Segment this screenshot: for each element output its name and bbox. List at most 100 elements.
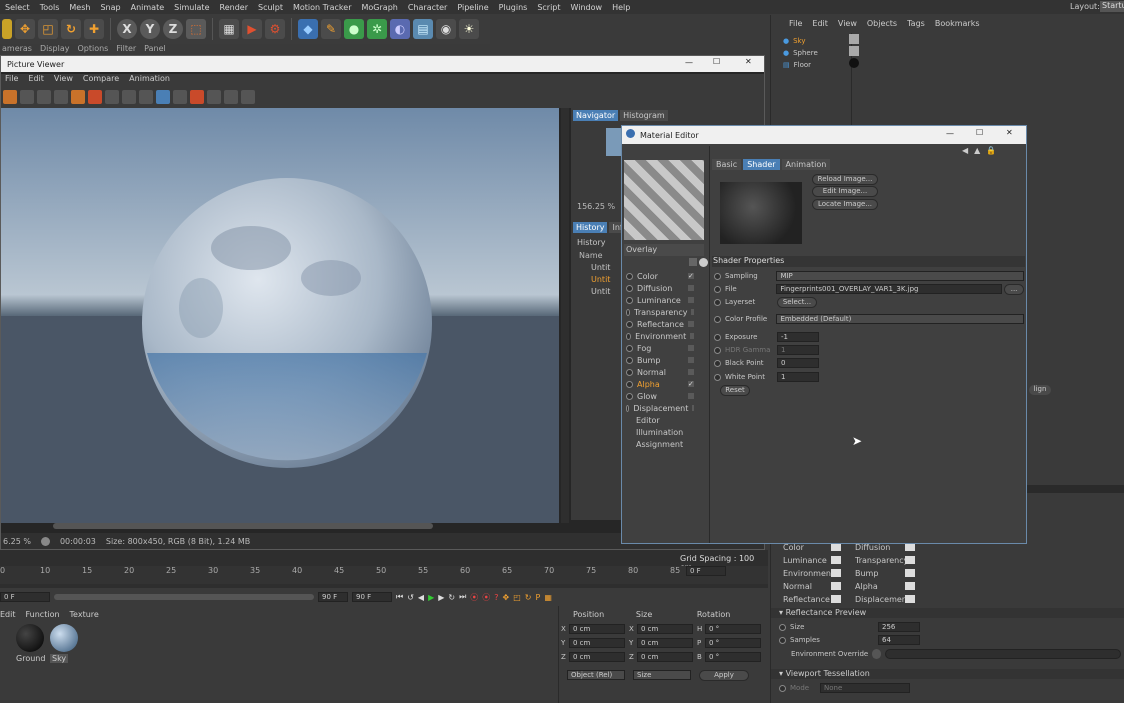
edit-image-button[interactable]: Edit Image... (812, 186, 878, 197)
layerset-select-button[interactable]: Select... (777, 296, 817, 308)
x-axis-icon[interactable]: X (117, 19, 137, 39)
material-tag-icon[interactable] (849, 34, 859, 44)
goto-end-icon[interactable]: ⏭ (459, 592, 466, 602)
tab-shader[interactable]: Shader (743, 159, 780, 170)
menu-select[interactable]: Select (5, 3, 30, 12)
channel-diffusion[interactable]: Diffusion (622, 282, 708, 294)
coordinate-mode-dropdown[interactable]: Object (Rel) (567, 670, 625, 680)
size-x-field[interactable]: 0 cm (637, 624, 693, 634)
pv-menu-view[interactable]: View (54, 74, 73, 86)
rotation-h-field[interactable]: 0 ° (705, 624, 761, 634)
om-menu-view[interactable]: View (838, 19, 857, 28)
rotation-p-field[interactable]: 0 ° (705, 638, 761, 648)
browse-button[interactable]: ... (1004, 283, 1024, 295)
white-point-field[interactable]: 1 (777, 372, 819, 382)
coordinate-system-icon[interactable]: ⬚ (186, 19, 206, 39)
navigator-thumbnail[interactable] (606, 128, 622, 156)
channel-checkbox[interactable] (688, 369, 694, 375)
channel-checkbox[interactable] (691, 309, 694, 315)
locate-image-button[interactable]: Locate Image... (812, 199, 878, 210)
open-icon[interactable] (3, 90, 17, 104)
lock-icon[interactable]: 🔒 (986, 146, 996, 155)
histogram-icon[interactable] (207, 90, 221, 104)
menu-animate[interactable]: Animate (131, 3, 165, 12)
black-point-field[interactable]: 0 (777, 358, 819, 368)
channel-reflectance[interactable]: Reflectance (622, 318, 708, 330)
pv-menu-animation[interactable]: Animation (129, 74, 170, 86)
pen-icon[interactable]: ✎ (321, 19, 341, 39)
channel-checkbox[interactable] (688, 393, 694, 399)
reflectance-preview-header[interactable]: ▾ Reflectance Preview (771, 608, 1124, 618)
channel-environment[interactable]: Environment (622, 330, 708, 342)
om-menu-objects[interactable]: Objects (867, 19, 897, 28)
object-row-floor[interactable]: ▤ Floor (783, 59, 853, 71)
animate-icon[interactable] (714, 298, 721, 306)
material-ground-thumb[interactable] (16, 624, 44, 652)
align-button[interactable]: lign (1029, 385, 1051, 395)
channel-toggle[interactable] (905, 569, 915, 577)
channel-toggle[interactable] (831, 569, 841, 577)
channel-checkbox[interactable] (692, 405, 694, 411)
pane-icon[interactable] (241, 90, 255, 104)
start-frame-field[interactable]: 0 F (0, 592, 50, 602)
material-tag-icon[interactable] (849, 46, 859, 56)
cloner-icon[interactable]: ✲ (367, 19, 387, 39)
rotation-b-field[interactable]: 0 ° (705, 652, 761, 662)
size-y-field[interactable]: 0 cm (637, 638, 693, 648)
material-tag-icon[interactable] (849, 58, 859, 68)
position-z-field[interactable]: 0 cm (569, 652, 625, 662)
size-z-field[interactable]: 0 cm (637, 652, 693, 662)
menu-script[interactable]: Script (537, 3, 560, 12)
y-axis-icon[interactable]: Y (140, 19, 160, 39)
object-row-sky[interactable]: ● Sky (783, 35, 853, 47)
menu-simulate[interactable]: Simulate (174, 3, 209, 12)
z-axis-icon[interactable]: Z (163, 19, 183, 39)
material-preview[interactable] (624, 160, 704, 240)
om-menu-edit[interactable]: Edit (812, 19, 828, 28)
play-icon[interactable] (689, 258, 697, 266)
menu-plugins[interactable]: Plugins (499, 3, 528, 12)
param-key-icon[interactable]: P (536, 593, 541, 602)
assignment-item[interactable]: Assignment (622, 438, 708, 450)
mode-dropdown[interactable]: None (820, 683, 910, 693)
zoom-readout[interactable]: 156.25 % (577, 202, 615, 211)
color-profile-dropdown[interactable]: Embedded (Default) (776, 314, 1024, 324)
animate-icon[interactable] (714, 333, 721, 341)
animate-icon[interactable] (714, 285, 721, 293)
material-name[interactable]: Overlay (624, 244, 704, 256)
animate-icon[interactable] (779, 684, 786, 692)
play-icon[interactable] (40, 536, 50, 546)
editor-item[interactable]: Editor (622, 414, 708, 426)
channel-toggle[interactable] (905, 543, 915, 551)
viewport-tessellation-header[interactable]: ▾ Viewport Tessellation (771, 669, 1124, 679)
move-tool-icon[interactable]: ✥ (15, 19, 35, 39)
om-menu-tags[interactable]: Tags (907, 19, 925, 28)
menu-snap[interactable]: Snap (100, 3, 120, 12)
channel-checkbox[interactable] (688, 357, 694, 363)
deformer-icon[interactable]: ◐ (390, 19, 410, 39)
render-view-icon[interactable]: ▦ (219, 19, 239, 39)
material-menu-edit[interactable]: Edit (0, 610, 16, 619)
channel-checkbox[interactable] (690, 333, 694, 339)
camera-icon[interactable]: ◉ (436, 19, 456, 39)
add-tool-icon[interactable]: ✚ (84, 19, 104, 39)
channel-toggle[interactable] (905, 595, 915, 603)
render-settings-icon[interactable]: ⚙ (265, 19, 285, 39)
menu-render[interactable]: Render (220, 3, 248, 12)
scale-key-icon[interactable]: ◰ (513, 593, 521, 602)
pla-key-icon[interactable]: ▦ (544, 593, 552, 602)
exposure-field[interactable]: -1 (777, 332, 819, 342)
animate-icon[interactable] (714, 359, 721, 367)
position-x-field[interactable]: 0 cm (569, 624, 625, 634)
swap-icon[interactable] (122, 90, 136, 104)
channel-toggle[interactable] (831, 595, 841, 603)
material-menu-texture[interactable]: Texture (70, 610, 99, 619)
channel-glow[interactable]: Glow (622, 390, 708, 402)
pv-menu-file[interactable]: File (5, 74, 18, 86)
next-key-icon[interactable]: ↻ (448, 593, 455, 602)
tab-history[interactable]: History (573, 222, 608, 233)
prev-key-icon[interactable]: ↺ (407, 593, 414, 602)
stop-icon[interactable] (88, 90, 102, 104)
menu-mesh[interactable]: Mesh (69, 3, 90, 12)
pv-menu-edit[interactable]: Edit (28, 74, 44, 86)
